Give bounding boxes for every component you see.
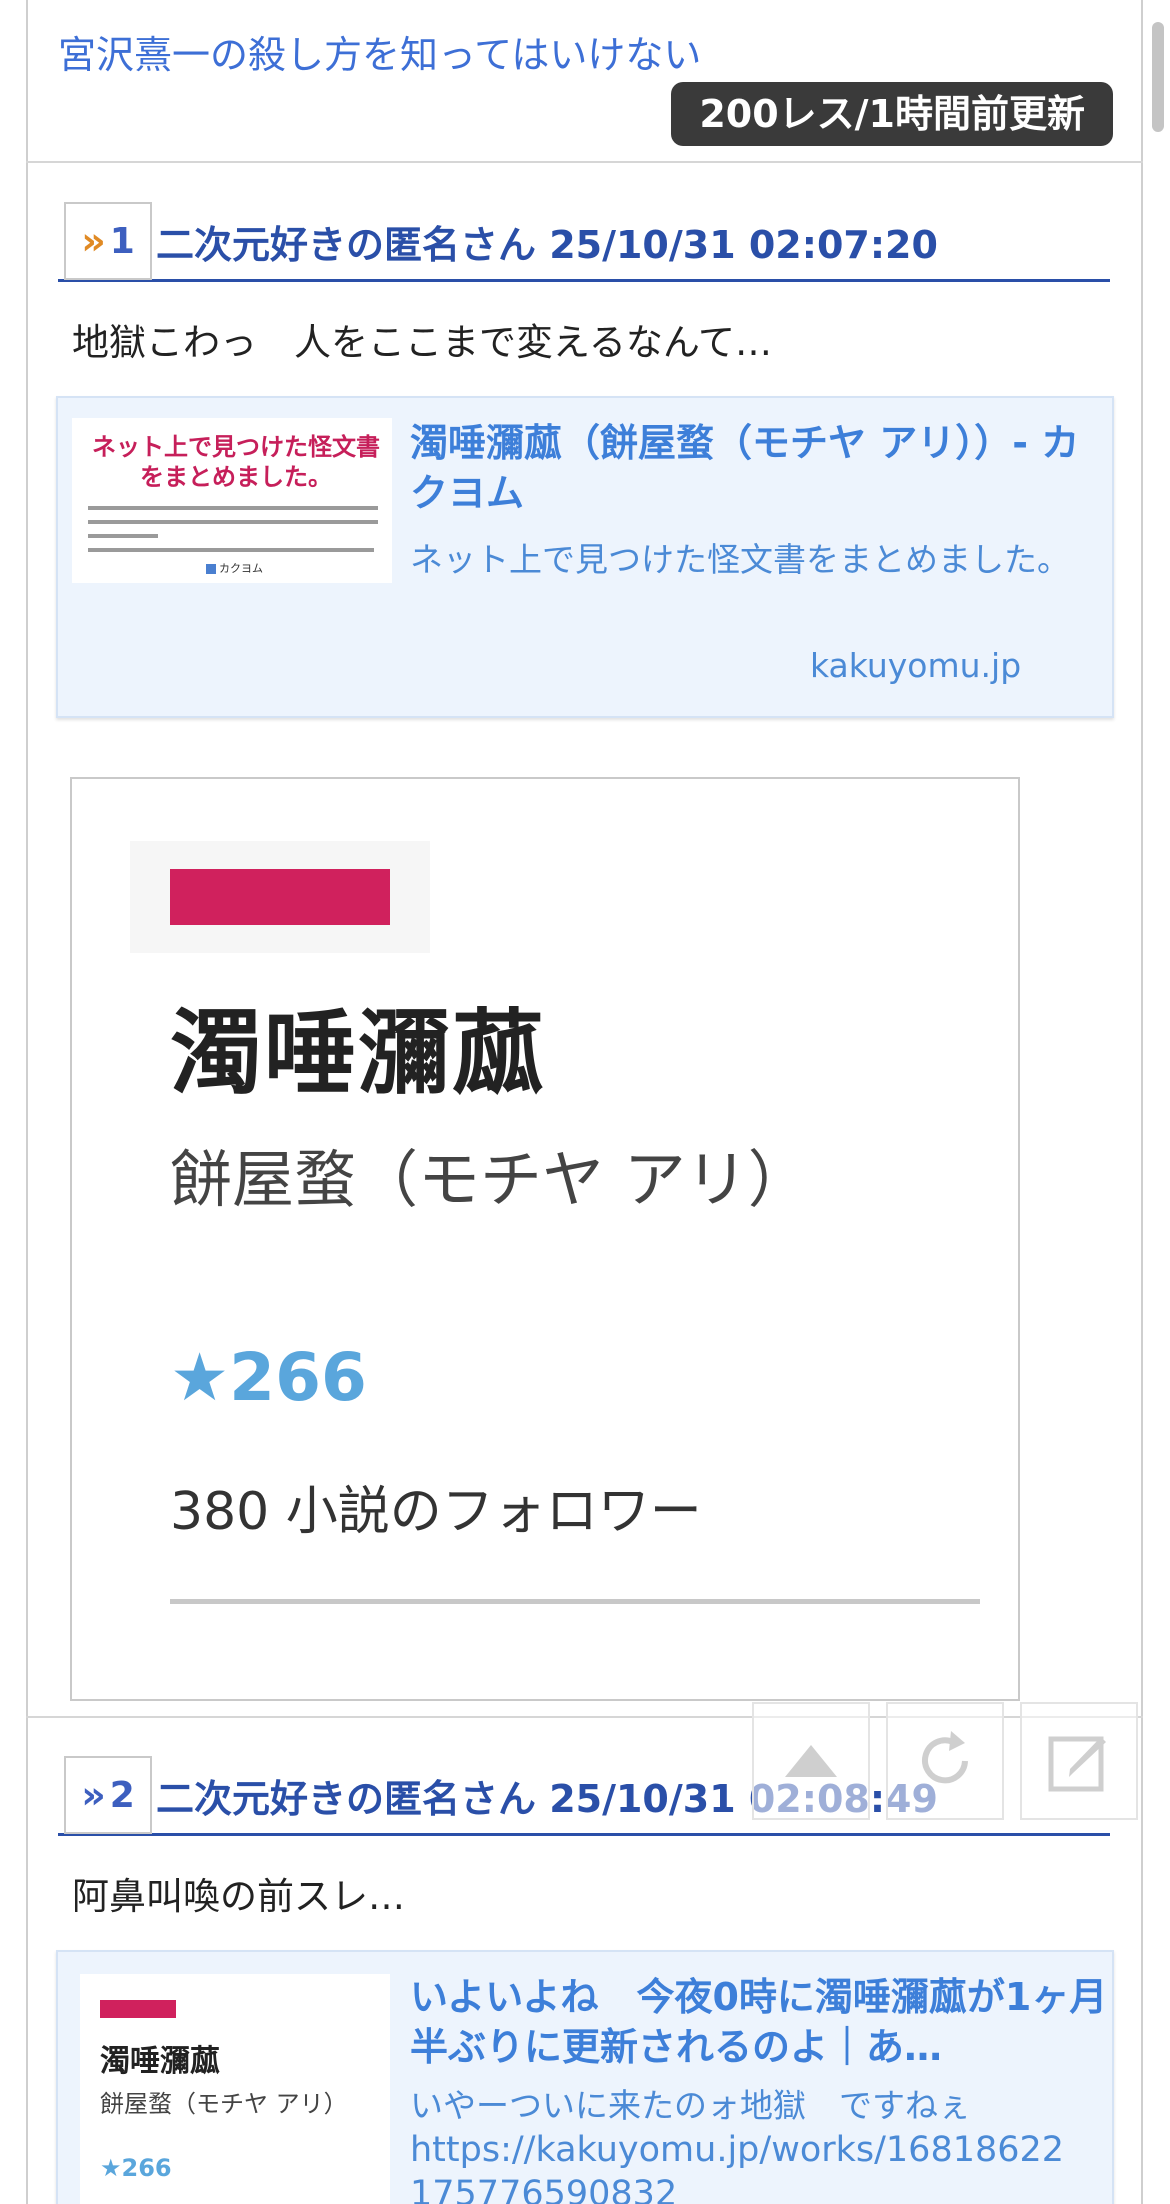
post-body: 阿鼻叫喚の前スレ…	[72, 1875, 405, 1918]
image-title: 濁唾瀰蓏	[170, 1000, 547, 1107]
link-card[interactable]: 濁唾瀰蓏 餅屋蝥（モチヤ アリ） ★266 いよいよね 今夜0時に濁唾瀰蓏が1ヶ…	[56, 1950, 1114, 2204]
embedded-image[interactable]: 濁唾瀰蓏 餅屋蝥（モチヤ アリ） ★266 380 小説のフォロワー	[70, 777, 1020, 1701]
thumbnail-author: 餅屋蝥（モチヤ アリ）	[100, 2090, 348, 2118]
post-body: 地獄こわっ 人をここまで変えるなんて…	[72, 321, 773, 364]
post-number: 1	[109, 220, 135, 262]
thumbnail-text-line	[88, 520, 378, 524]
compose-icon	[1048, 1736, 1106, 1792]
thumbnail-text-line	[88, 548, 374, 552]
link-card-url: https://kakuyomu.jp/works/16818622	[410, 2130, 1065, 2170]
chevron-right-icon: »	[81, 219, 106, 263]
post-number-button[interactable]: » 1	[64, 202, 152, 280]
image-star-count: ★266	[170, 1339, 367, 1416]
link-card-description: ネット上で見つけた怪文書をまとめました。	[410, 540, 1070, 579]
link-card-thumbnail: ネット上で見つけた怪文書をまとめました。 カクヨム	[72, 418, 392, 583]
post-header: » 1 二次元好きの匿名さん 25/10/31 02:07:20	[58, 192, 1110, 282]
thumbnail-star-count: ★266	[100, 2154, 172, 2182]
link-card-domain: kakuyomu.jp	[810, 646, 1022, 685]
compose-button[interactable]	[1020, 1702, 1138, 1820]
link-card[interactable]: ネット上で見つけた怪文書をまとめました。 カクヨム 濁唾瀰蓏（餅屋蝥（モチヤ ア…	[56, 396, 1114, 718]
scroll-top-button[interactable]	[752, 1702, 870, 1820]
thumbnail-title: 濁唾瀰蓏	[100, 2044, 220, 2079]
thumbnail-title: ネット上で見つけた怪文書をまとめました。	[92, 432, 380, 491]
link-card-url-continued: 175776590832	[410, 2174, 678, 2204]
link-card-description: いやーついに来たのォ地獄 ですねぇ	[410, 2086, 971, 2125]
thumbnail-text-line	[88, 506, 378, 510]
image-followers: 380 小説のフォロワー	[170, 1482, 702, 1542]
link-card-thumbnail: 濁唾瀰蓏 餅屋蝥（モチヤ アリ） ★266	[80, 1974, 390, 2204]
post-number: 2	[109, 1774, 135, 1816]
image-author: 餅屋蝥（モチヤ アリ）	[170, 1143, 810, 1216]
image-divider	[170, 1599, 980, 1604]
post-meta: 二次元好きの匿名さん 25/10/31 02:07:20	[156, 223, 938, 267]
link-card-title[interactable]: 濁唾瀰蓏（餅屋蝥（モチヤ アリ））- カクヨム	[410, 418, 1100, 518]
thumbnail-logo: カクヨム	[206, 560, 263, 576]
refresh-button[interactable]	[886, 1702, 1004, 1820]
thumbnail-accent-bar	[100, 2000, 176, 2018]
thread-status-badge: 200レス/1時間前更新	[671, 82, 1113, 146]
thread-header: 宮沢熹一の殺し方を知ってはいけない 200レス/1時間前更新	[26, 0, 1143, 163]
chevron-right-icon: »	[81, 1773, 106, 1817]
scroll-top-icon	[785, 1745, 837, 1777]
thread-title[interactable]: 宮沢熹一の殺し方を知ってはいけない	[58, 24, 701, 79]
scrollbar[interactable]	[1152, 22, 1164, 132]
refresh-icon	[922, 1731, 968, 1784]
image-accent-bar	[170, 869, 390, 925]
link-card-title[interactable]: いよいよね 今夜0時に濁唾瀰蓏が1ヶ月半ぶりに更新されるのよ｜あ…	[410, 1972, 1110, 2072]
thumbnail-text-line	[88, 534, 158, 538]
post-number-button[interactable]: » 2	[64, 1756, 152, 1834]
